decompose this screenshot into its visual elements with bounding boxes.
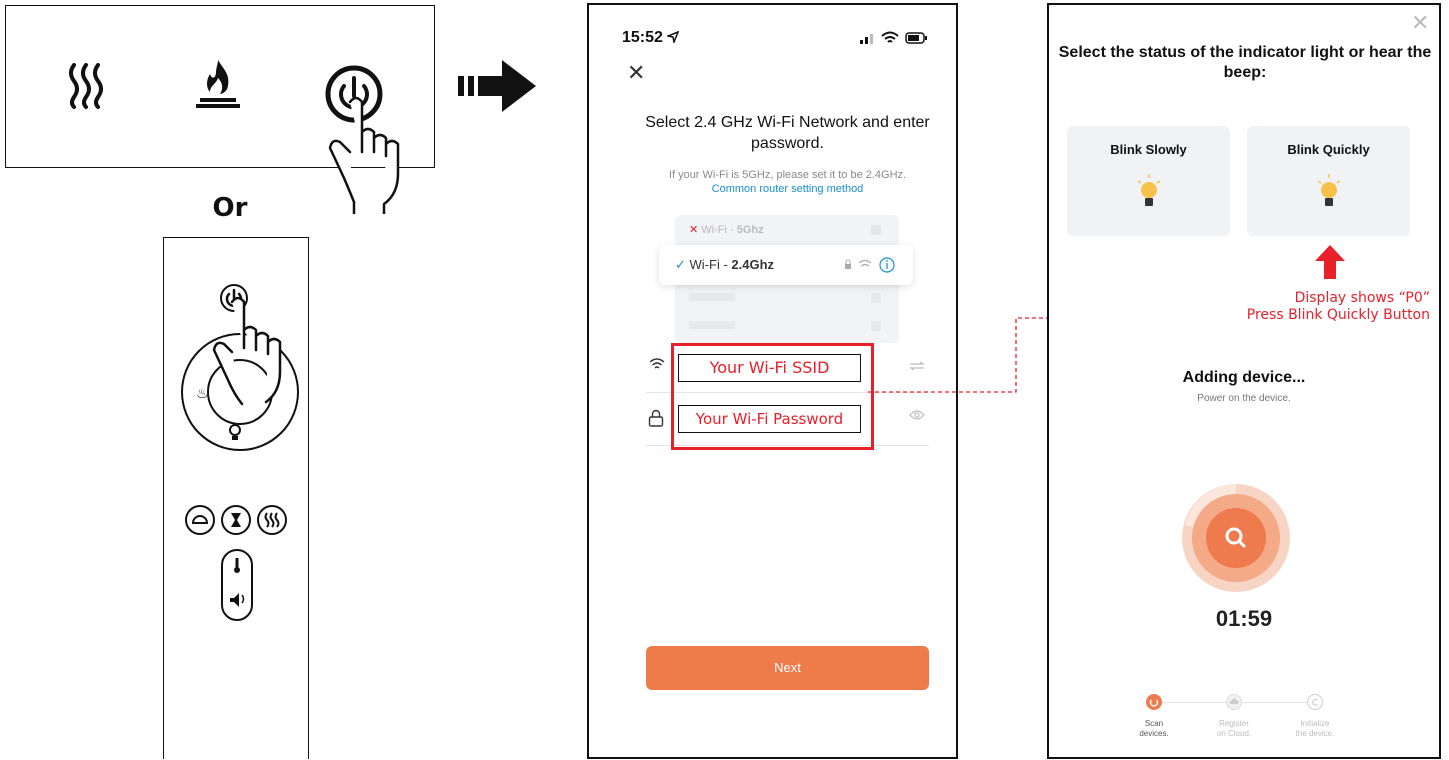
ssid-input[interactable]: Your Wi-Fi SSID: [678, 354, 861, 382]
hand-pointer-icon: [328, 96, 400, 214]
adding-device-title: Adding device...: [1182, 369, 1306, 386]
bulb-icon: [1137, 174, 1161, 206]
note-line-1: Display shows “P0”: [1294, 290, 1430, 306]
step-scan: Scan devices.: [1139, 719, 1169, 738]
next-button[interactable]: Next: [646, 646, 929, 690]
placeholder-block: [689, 321, 735, 329]
placeholder-block: [689, 293, 735, 301]
status-time: 15:52: [622, 29, 663, 46]
scan-step-icon: [1146, 694, 1162, 710]
hand-pointer-icon: [212, 296, 282, 406]
eye-icon[interactable]: [909, 410, 925, 420]
wifi-icon: [649, 358, 665, 369]
bulb-icon: [1317, 174, 1341, 206]
page-title: Select the status of the indicator light…: [1058, 44, 1432, 81]
scan-progress: [1182, 484, 1290, 592]
invalid-x-icon: ✕: [689, 224, 699, 236]
close-icon[interactable]: ✕: [627, 61, 645, 86]
remote-temp-volume-rocker[interactable]: [220, 548, 254, 622]
status-icons: [860, 31, 927, 44]
wifi-status-icons: [845, 257, 895, 273]
credentials-highlight: Your Wi-Fi SSID Your Wi-Fi Password: [671, 343, 874, 450]
step-initialize: Initialize the device.: [1295, 719, 1335, 738]
bulb-icon: [229, 424, 241, 440]
or-label: Or: [212, 193, 248, 223]
placeholder-block: [871, 293, 881, 303]
flame-icon: [196, 60, 240, 108]
placeholder-block: [871, 225, 881, 235]
svg-text:♨: ♨: [196, 386, 209, 402]
cloud-step-icon: [1226, 694, 1242, 710]
password-input[interactable]: Your Wi-Fi Password: [678, 405, 861, 433]
hint-text: If your Wi-Fi is 5GHz, please set it to …: [668, 169, 907, 181]
arrow-right-icon: [458, 60, 536, 112]
note-line-2: Press Blink Quickly Button: [1246, 306, 1430, 323]
lock-icon: [648, 409, 664, 427]
location-arrow-icon: [667, 31, 679, 43]
arrow-up-icon: [1315, 245, 1345, 279]
instruction-note: Display shows “P0” Press Blink Quickly B…: [1150, 290, 1430, 324]
initialize-step-icon: C: [1307, 694, 1323, 710]
step-register: Register on Cloud.: [1216, 719, 1252, 738]
remote-control: ♨: [163, 237, 309, 759]
blink-quickly-label: Blink Quickly: [1287, 142, 1370, 157]
check-icon: ✓: [675, 257, 686, 272]
blink-slowly-label: Blink Slowly: [1110, 142, 1187, 157]
wifi-option-2-4ghz: ✓ Wi-Fi - 2.4Ghz: [659, 245, 913, 285]
svg-text:C: C: [1312, 699, 1318, 709]
router-setting-link[interactable]: Common router setting method: [619, 182, 956, 196]
close-icon[interactable]: ✕: [1411, 11, 1429, 36]
countdown-timer: 01:59: [1215, 606, 1273, 631]
blink-slowly-option[interactable]: Blink Slowly: [1067, 126, 1230, 236]
phone-add-device-screen: ✕ Select the status of the indicator lig…: [1047, 3, 1441, 759]
heat-waves-icon: [69, 63, 103, 109]
adding-device-subtitle: Power on the device.: [1197, 393, 1291, 404]
wifi-band-hint: If your Wi-Fi is 5GHz, please set it to …: [619, 168, 956, 197]
page-title: Select 2.4 GHz Wi-Fi Network and enter p…: [645, 114, 930, 152]
remote-mode-buttons[interactable]: [184, 504, 288, 536]
blink-quickly-option[interactable]: Blink Quickly: [1247, 126, 1410, 236]
wifi-option-5ghz: ✕ Wi-Fi - 5Ghz: [689, 224, 764, 236]
